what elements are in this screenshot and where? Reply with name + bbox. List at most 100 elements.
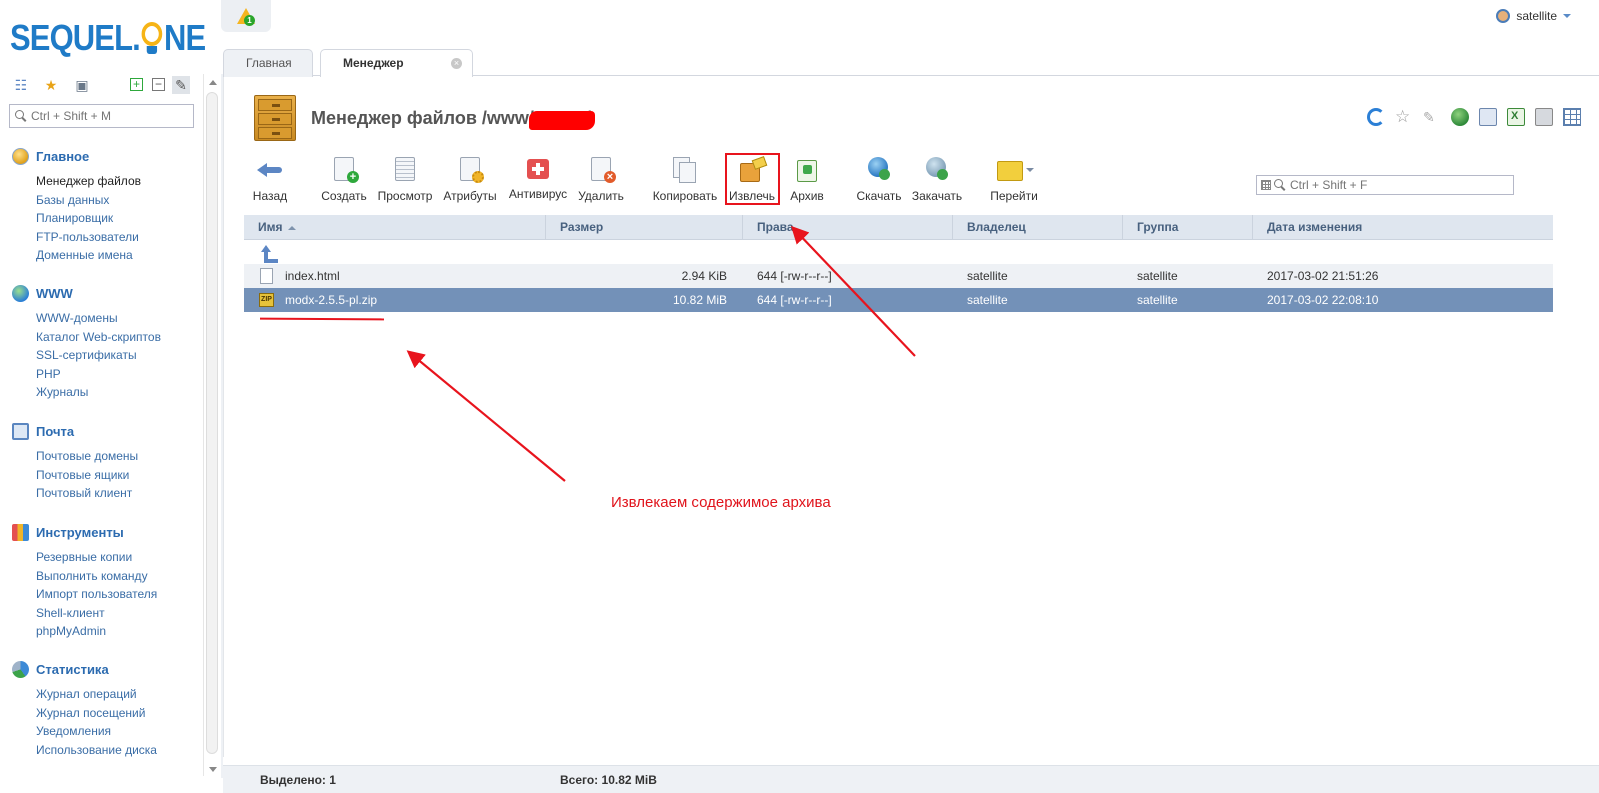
sidebar-item-operation-log[interactable]: Журнал операций [36, 685, 157, 704]
user-menu[interactable]: satellite [1496, 9, 1571, 23]
nav-group-title[interactable]: WWW [12, 284, 161, 302]
file-name: modx-2.5.5-pl.zip [285, 293, 378, 307]
scroll-down-icon[interactable] [209, 767, 217, 772]
attributes-button[interactable]: Атрибуты [442, 155, 498, 203]
archive-icon [795, 157, 819, 182]
print-icon[interactable] [1535, 108, 1553, 126]
page-header: Менеджер файлов /www// [250, 93, 595, 143]
export-excel-icon[interactable] [1507, 108, 1525, 126]
web-globe-icon[interactable] [1451, 108, 1469, 126]
nav-group-mail: Почта Почтовые домены Почтовые ящики Поч… [12, 422, 138, 503]
goto-button[interactable]: Перейти [988, 155, 1040, 203]
copy-button[interactable]: Копировать [652, 155, 718, 203]
column-size[interactable]: Размер [546, 215, 743, 240]
search-icon [15, 110, 27, 122]
nav-group-main: Главное Менеджер файлов Базы данных План… [12, 147, 141, 265]
pin-icon[interactable]: ✎ [1423, 108, 1441, 126]
column-name[interactable]: Имя [244, 215, 546, 240]
export-document-icon[interactable] [1479, 108, 1497, 126]
back-arrow-icon [257, 157, 283, 181]
nav-group-title[interactable]: Главное [12, 147, 141, 165]
sidebar-item-mail-domains[interactable]: Почтовые домены [36, 447, 138, 466]
annotation-text: Извлекаем содержимое архива [611, 494, 831, 511]
file-toolbar: Назад + Создать Просмотр Атрибуты Антиви… [224, 155, 1224, 205]
sidebar-item-shell-client[interactable]: Shell-клиент [36, 604, 157, 623]
download-button[interactable]: Скачать [855, 155, 903, 203]
sidebar-item-scheduler[interactable]: Планировщик [36, 209, 141, 228]
sidebar-search[interactable] [9, 104, 194, 128]
sequel-one-logo[interactable]: SEQUEL . NE [10, 12, 206, 64]
scroll-up-icon[interactable] [209, 80, 217, 85]
view-button[interactable]: Просмотр [376, 155, 434, 203]
grid-search-input[interactable] [1290, 178, 1510, 192]
table-row[interactable]: index.html 2.94 KiB 644 [-rw-r--r--] sat… [244, 264, 1553, 288]
sidebar-item-run-command[interactable]: Выполнить команду [36, 567, 157, 586]
sidebar-item-www-domains[interactable]: WWW-домены [36, 309, 161, 328]
upload-button[interactable]: Закачать [911, 155, 963, 203]
column-permissions[interactable]: Права [743, 215, 953, 240]
antivirus-button[interactable]: Антивирус [508, 155, 568, 203]
sidebar-search-input[interactable] [31, 109, 191, 123]
sidebar-item-ssl[interactable]: SSL-сертификаты [36, 346, 161, 365]
briefcase-icon[interactable]: ▣ [73, 76, 91, 94]
extract-highlight-box [725, 153, 780, 205]
tab-home[interactable]: Главная [223, 49, 313, 77]
file-permissions: 644 [-rw-r--r--] [757, 269, 832, 283]
archive-button[interactable]: Архив [786, 155, 828, 203]
sidebar-item-php[interactable]: PHP [36, 365, 161, 384]
sidebar-item-disk-usage[interactable]: Использование диска [36, 741, 157, 760]
nav-group-title[interactable]: Статистика [12, 660, 157, 678]
sidebar-item-notifications[interactable]: Уведомления [36, 722, 157, 741]
favorites-star-icon[interactable]: ★ [42, 76, 60, 94]
sidebar-item-mailboxes[interactable]: Почтовые ящики [36, 466, 138, 485]
back-button[interactable]: Назад [248, 155, 292, 203]
nav-group-title[interactable]: Почта [12, 422, 138, 440]
sidebar-item-databases[interactable]: Базы данных [36, 191, 141, 210]
sidebar-item-file-manager[interactable]: Менеджер файлов [36, 172, 141, 191]
file-modified: 2017-03-02 22:08:10 [1267, 293, 1379, 307]
close-tab-icon[interactable]: × [451, 58, 462, 69]
pin-sidebar-icon[interactable]: ✎ [172, 76, 190, 94]
tab-file-manager[interactable]: Менеджер файлов × [320, 49, 473, 96]
sidebar-scrollbar[interactable] [203, 74, 220, 776]
sidebar-item-visit-log[interactable]: Журнал посещений [36, 704, 157, 723]
view-icon [395, 157, 415, 181]
sidebar-item-web-scripts[interactable]: Каталог Web-скриптов [36, 328, 161, 347]
refresh-icon[interactable] [1367, 108, 1385, 126]
create-button[interactable]: + Создать [318, 155, 370, 203]
collapse-all-icon[interactable]: − [152, 78, 165, 91]
column-owner[interactable]: Владелец [953, 215, 1123, 240]
create-file-icon: + [334, 157, 359, 183]
delete-button[interactable]: × Удалить [576, 155, 626, 203]
home-globe-icon [12, 147, 29, 165]
nav-group-www: WWW WWW-домены Каталог Web-скриптов SSL-… [12, 284, 161, 402]
column-modified[interactable]: Дата изменения [1253, 215, 1553, 240]
file-size: 2.94 KiB [681, 269, 727, 283]
zip-file-icon: ZIP [259, 293, 274, 307]
sidebar-item-mail-client[interactable]: Почтовый клиент [36, 484, 138, 503]
selected-count: Выделено: 1 [260, 773, 336, 787]
file-group: satellite [1137, 269, 1178, 283]
grid-header: Имя Размер Права Владелец Группа Дата из… [244, 215, 1553, 240]
arrow-to-archive [406, 350, 566, 482]
table-settings-icon[interactable] [1563, 108, 1581, 126]
scroll-thumb[interactable] [206, 92, 218, 754]
panel-actions: ☆ ✎ [1357, 108, 1581, 126]
grid-search[interactable] [1256, 175, 1514, 195]
sidebar-item-domain-names[interactable]: Доменные имена [36, 246, 141, 265]
parent-dir-row[interactable] [244, 240, 1553, 264]
sidebar-item-backups[interactable]: Резервные копии [36, 548, 157, 567]
sidebar-item-import-user[interactable]: Импорт пользователя [36, 585, 157, 604]
user-name: satellite [1516, 9, 1557, 23]
sidebar-item-logs[interactable]: Журналы [36, 383, 161, 402]
nav-group-title[interactable]: Инструменты [12, 523, 157, 541]
expand-all-icon[interactable]: + [130, 78, 143, 91]
delete-icon: × [591, 157, 616, 183]
favorite-star-icon[interactable]: ☆ [1395, 108, 1413, 126]
sidebar-item-ftp-users[interactable]: FTP-пользователи [36, 228, 141, 247]
tree-view-icon[interactable]: ☷ [12, 76, 30, 94]
sidebar-item-phpmyadmin[interactable]: phpMyAdmin [36, 622, 157, 641]
table-row-selected[interactable]: ZIP modx-2.5.5-pl.zip 10.82 MiB 644 [-rw… [244, 288, 1553, 312]
annotation-underline [259, 317, 385, 321]
column-group[interactable]: Группа [1123, 215, 1253, 240]
